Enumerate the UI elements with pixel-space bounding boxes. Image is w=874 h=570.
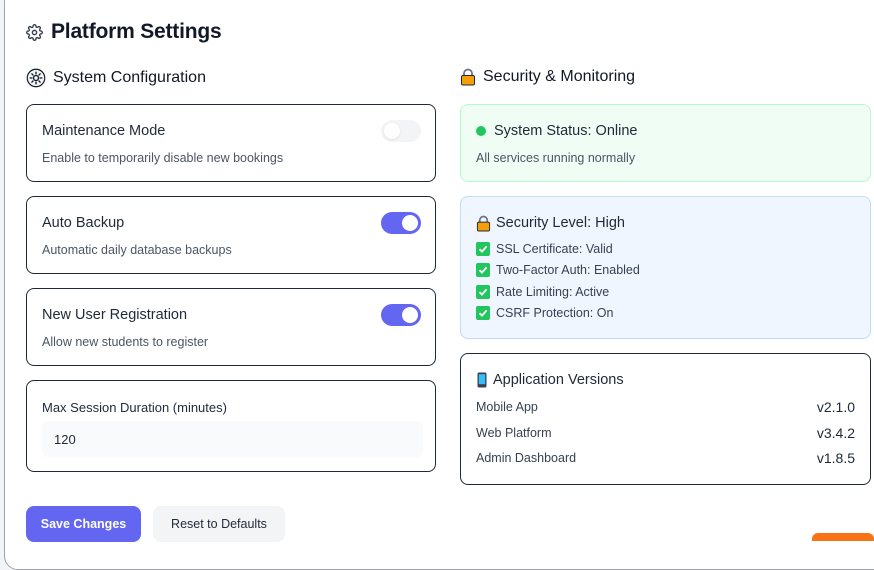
lock-icon xyxy=(476,215,491,232)
check-icon xyxy=(476,242,490,256)
maintenance-mode-card: Maintenance Mode Enable to temporarily d… xyxy=(26,104,436,182)
version-value: v2.1.0 xyxy=(816,399,855,415)
version-value: v1.8.5 xyxy=(816,450,855,466)
save-changes-button[interactable]: Save Changes xyxy=(26,506,141,542)
app-versions-card: Application Versions Mobile App v2.1.0 W… xyxy=(460,353,871,485)
gear-icon xyxy=(26,68,46,88)
security-check-item: Rate Limiting: Active xyxy=(476,285,609,299)
toggle-knob xyxy=(384,123,400,139)
user-registration-toggle[interactable] xyxy=(381,304,421,326)
session-duration-label: Max Session Duration (minutes) xyxy=(42,400,227,415)
security-check-label: CSRF Protection: On xyxy=(496,306,614,320)
version-value: v3.4.2 xyxy=(816,425,855,441)
status-online-dot xyxy=(476,126,486,136)
gear-icon xyxy=(26,23,43,41)
security-check-label: SSL Certificate: Valid xyxy=(496,242,613,256)
version-name: Mobile App xyxy=(476,400,538,414)
check-icon xyxy=(476,306,490,320)
system-config-title: System Configuration xyxy=(53,69,206,86)
session-duration-input[interactable] xyxy=(42,421,423,457)
security-level-title: Security Level: High xyxy=(496,215,625,231)
system-status-desc: All services running normally xyxy=(476,151,636,165)
page-title-text: Platform Settings xyxy=(51,20,222,43)
user-registration-card: New User Registration Allow new students… xyxy=(26,288,436,366)
version-row: Web Platform v3.4.2 xyxy=(476,425,855,441)
security-level-card: Security Level: High SSL Certificate: Va… xyxy=(460,196,871,339)
system-config-heading: System Configuration xyxy=(26,68,206,88)
version-row: Admin Dashboard v1.8.5 xyxy=(476,450,855,466)
system-status-title: System Status: Online xyxy=(494,123,638,139)
maintenance-mode-toggle[interactable] xyxy=(381,120,421,142)
auto-backup-desc: Automatic daily database backups xyxy=(42,243,232,257)
check-icon xyxy=(476,263,490,277)
session-duration-card: Max Session Duration (minutes) xyxy=(26,380,436,472)
version-row: Mobile App v2.1.0 xyxy=(476,399,855,415)
page-title: Platform Settings xyxy=(26,20,222,44)
version-name: Web Platform xyxy=(476,426,552,440)
security-heading: Security & Monitoring xyxy=(460,68,635,86)
security-check-item: SSL Certificate: Valid xyxy=(476,242,613,256)
toggle-knob xyxy=(402,215,418,231)
security-check-label: Rate Limiting: Active xyxy=(496,285,610,299)
auto-backup-title: Auto Backup xyxy=(42,215,125,231)
lock-icon xyxy=(460,68,476,86)
auto-backup-toggle[interactable] xyxy=(381,212,421,234)
maintenance-mode-desc: Enable to temporarily disable new bookin… xyxy=(42,151,284,165)
toggle-knob xyxy=(402,307,418,323)
app-versions-title: Application Versions xyxy=(493,372,624,388)
system-status-card: System Status: Online All services runni… xyxy=(460,104,871,182)
version-name: Admin Dashboard xyxy=(476,451,577,465)
reset-defaults-button[interactable]: Reset to Defaults xyxy=(153,506,285,542)
floating-action-button[interactable] xyxy=(812,533,874,541)
check-icon xyxy=(476,285,490,299)
security-check-label: Two-Factor Auth: Enabled xyxy=(496,263,640,277)
security-check-item: CSRF Protection: On xyxy=(476,306,613,320)
user-registration-desc: Allow new students to register xyxy=(42,335,209,349)
user-registration-title: New User Registration xyxy=(42,307,188,323)
security-check-item: Two-Factor Auth: Enabled xyxy=(476,263,640,277)
maintenance-mode-title: Maintenance Mode xyxy=(42,123,166,139)
security-title: Security & Monitoring xyxy=(483,68,636,85)
mobile-phone-icon xyxy=(477,372,487,388)
auto-backup-card: Auto Backup Automatic daily database bac… xyxy=(26,196,436,274)
